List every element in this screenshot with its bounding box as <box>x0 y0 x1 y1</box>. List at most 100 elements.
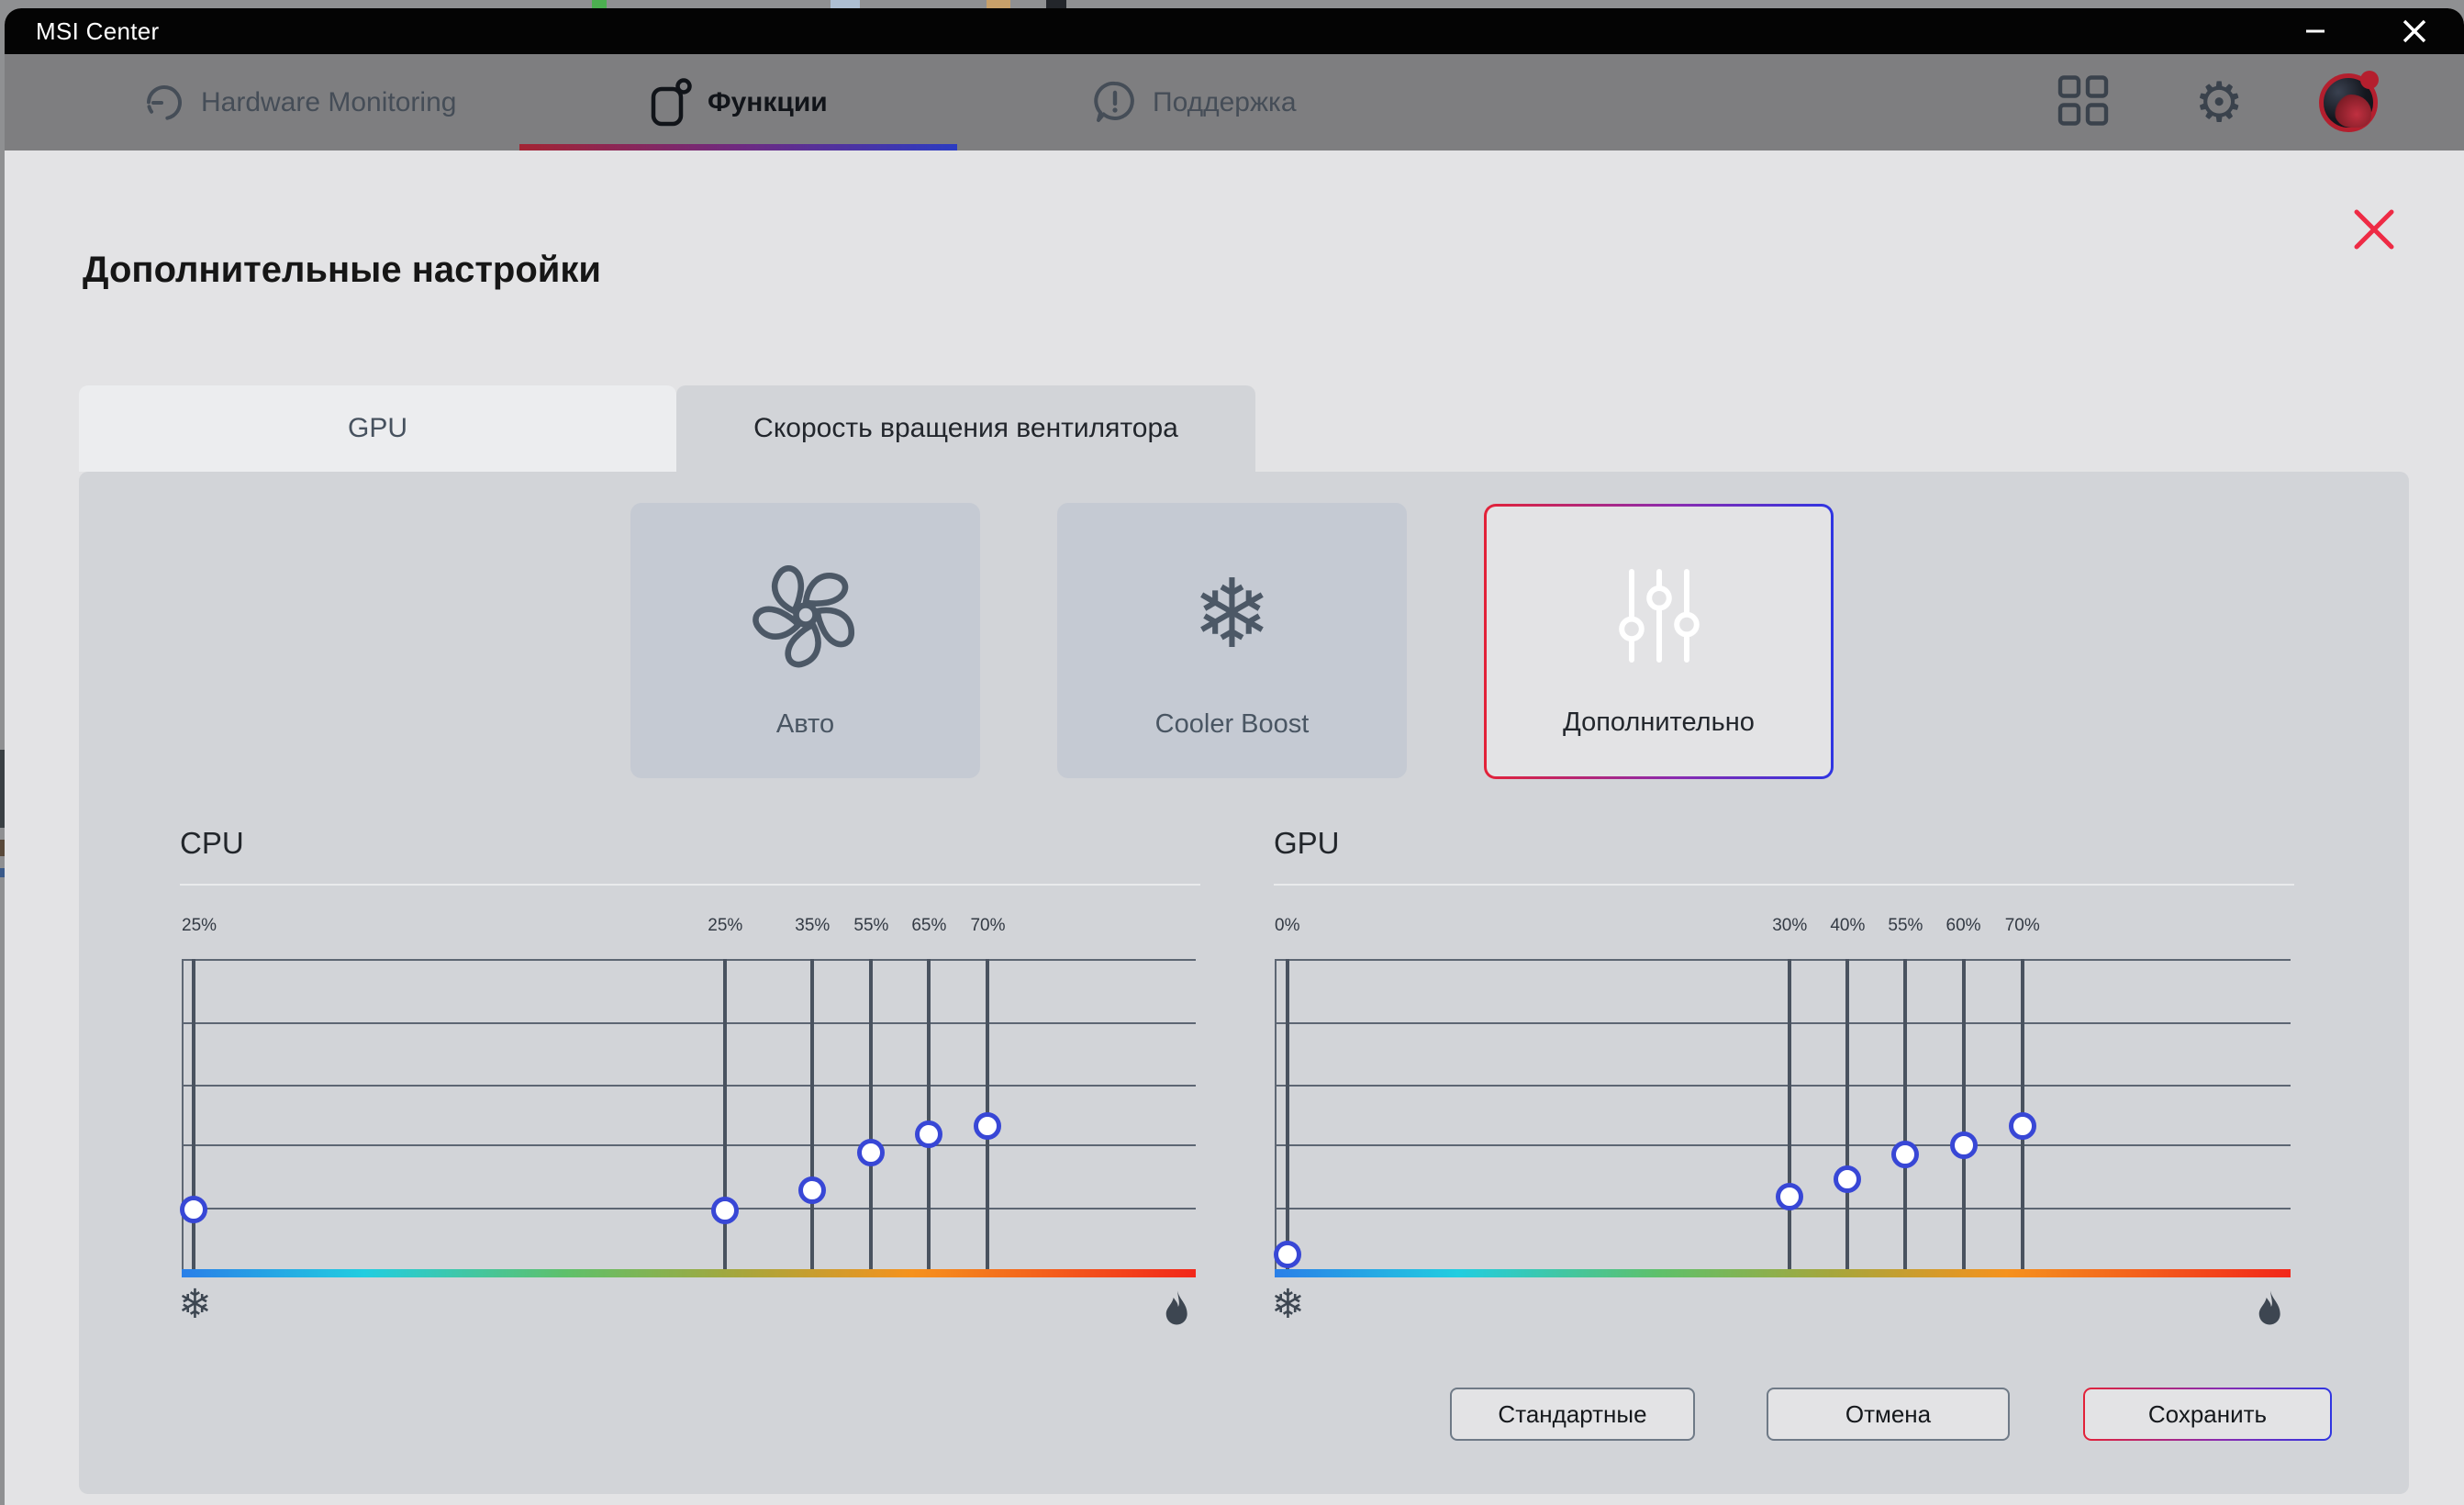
nav-item-support[interactable]: Поддержка <box>1092 54 1297 150</box>
tick-label: 55% <box>853 916 888 936</box>
fan-curve-point[interactable] <box>711 1197 739 1224</box>
temperature-gradient-axis <box>182 1269 1196 1277</box>
mode-label: Авто <box>776 709 834 740</box>
apps-grid-icon <box>2055 72 2112 128</box>
fan-node-line <box>810 959 814 1274</box>
fan-curve-point[interactable] <box>2009 1112 2036 1140</box>
mode-card-cooler-boost[interactable]: ❄ Cooler Boost <box>1057 503 1407 778</box>
minimize-icon <box>2302 18 2328 44</box>
avatar-image <box>2319 73 2378 132</box>
settings-button[interactable]: ⚙ <box>2194 75 2244 130</box>
msi-center-window: MSI Center Hardware Monitoring <box>5 8 2464 1505</box>
button-label: Сохранить <box>2148 1400 2267 1429</box>
apps-grid-button[interactable] <box>2055 72 2112 133</box>
nav-label: Hardware Monitoring <box>201 87 456 118</box>
fan-curve-point[interactable] <box>180 1196 207 1223</box>
desktop-edge-frag-top3 <box>987 0 1010 8</box>
titlebar: MSI Center <box>5 8 2464 54</box>
snowflake-icon: ❄ <box>1192 567 1272 663</box>
modal-close-icon <box>2352 207 2396 251</box>
cpu-tick-labels: 25%25%35%55%65%70% <box>182 916 1196 942</box>
mode-card-auto[interactable]: Авто <box>630 503 980 778</box>
h-gridline <box>1275 1022 2291 1024</box>
mode-label: Cooler Boost <box>1155 709 1310 740</box>
fan-node-line <box>192 959 195 1274</box>
functions-icon <box>647 78 693 128</box>
sliders-icon <box>1604 561 1714 671</box>
save-button[interactable]: Сохранить <box>2083 1388 2332 1441</box>
tick-label: 35% <box>795 916 830 936</box>
user-avatar[interactable] <box>2319 73 2378 132</box>
flame-hot-icon <box>2256 1290 2285 1335</box>
cpu-fan-curve-chart[interactable] <box>182 959 1196 1274</box>
tick-label: 70% <box>2005 916 2040 936</box>
nav-label: Функции <box>708 87 828 118</box>
fan-curve-point[interactable] <box>974 1112 1001 1140</box>
mode-card-advanced[interactable]: Дополнительно <box>1484 504 1834 779</box>
snowflake-cold-icon: ❄ <box>1271 1285 1305 1325</box>
page-title: Дополнительные настройки <box>83 250 601 291</box>
tick-label: 30% <box>1772 916 1807 936</box>
fan-node-line <box>1788 959 1791 1274</box>
fan-curve-point[interactable] <box>798 1176 826 1204</box>
gpu-tick-labels: 0%30%40%55%60%70% <box>1275 916 2291 942</box>
tick-label: 65% <box>911 916 946 936</box>
fan-curve-point[interactable] <box>915 1120 942 1148</box>
cpu-section-title: CPU <box>180 826 244 861</box>
desktop-edge-frag-top1 <box>592 0 607 8</box>
fan-node-line <box>1845 959 1849 1274</box>
window-title: MSI Center <box>36 17 160 46</box>
fan-curve-point[interactable] <box>1950 1132 1978 1159</box>
fan-curve-point[interactable] <box>1891 1141 1919 1168</box>
fan-curve-point[interactable] <box>1834 1165 1861 1193</box>
main-navbar: Hardware Monitoring Функции Поддержка <box>5 54 2464 150</box>
advanced-settings-modal: Дополнительные настройки GPU Скорость вр… <box>5 150 2464 1505</box>
nav-label: Поддержка <box>1153 87 1297 118</box>
fan-node-line <box>927 959 931 1274</box>
tick-label: 60% <box>1946 916 1981 936</box>
gpu-fan-curve-chart[interactable] <box>1275 959 2291 1274</box>
button-label: Отмена <box>1845 1400 1931 1429</box>
desktop-edge-frag-top2 <box>831 0 860 8</box>
y-axis-line <box>182 959 184 1274</box>
fan-curve-point[interactable] <box>1274 1241 1301 1268</box>
minimize-button[interactable] <box>2288 8 2343 54</box>
fan-node-line <box>1903 959 1907 1274</box>
h-gridline <box>182 959 1196 961</box>
defaults-button[interactable]: Стандартные <box>1450 1388 1695 1441</box>
fan-node-line <box>1962 959 1966 1274</box>
tab-gpu[interactable]: GPU <box>79 385 676 472</box>
modal-close-button[interactable] <box>2343 198 2405 261</box>
snowflake-cold-icon: ❄ <box>178 1285 212 1325</box>
tab-fan-speed[interactable]: Скорость вращения вентилятора <box>676 385 1255 472</box>
h-gridline <box>182 1208 1196 1210</box>
h-gridline <box>1275 1085 2291 1087</box>
flame-hot-icon <box>1163 1290 1192 1335</box>
cancel-button[interactable]: Отмена <box>1767 1388 2010 1441</box>
settings-gear-icon: ⚙ <box>2194 72 2244 133</box>
tick-label: 40% <box>1830 916 1865 936</box>
fan-curve-point[interactable] <box>857 1139 885 1166</box>
button-label: Стандартные <box>1498 1400 1646 1429</box>
nav-item-hardware-monitoring[interactable]: Hardware Monitoring <box>142 54 456 150</box>
fan-node-line <box>869 959 873 1274</box>
fan-icon <box>737 546 875 684</box>
mode-label: Дополнительно <box>1563 708 1755 738</box>
tab-label: GPU <box>348 413 407 444</box>
tick-label: 25% <box>708 916 742 936</box>
h-gridline <box>182 1022 1196 1024</box>
nav-item-functions[interactable]: Функции <box>647 54 828 150</box>
window-close-button[interactable] <box>2387 8 2442 54</box>
h-gridline <box>182 1085 1196 1087</box>
fan-node-line <box>1286 959 1289 1274</box>
support-bubble-icon <box>1092 80 1138 126</box>
cpu-divider <box>180 884 1200 886</box>
tab-label: Скорость вращения вентилятора <box>753 413 1178 444</box>
active-tab-underline <box>519 144 957 150</box>
y-axis-line <box>1275 959 1277 1274</box>
tick-label: 55% <box>1888 916 1923 936</box>
window-close-icon <box>2401 17 2428 45</box>
gpu-section-title: GPU <box>1274 826 1340 861</box>
fan-curve-point[interactable] <box>1776 1183 1803 1210</box>
desktop-edge-frag-top4 <box>1046 0 1066 8</box>
